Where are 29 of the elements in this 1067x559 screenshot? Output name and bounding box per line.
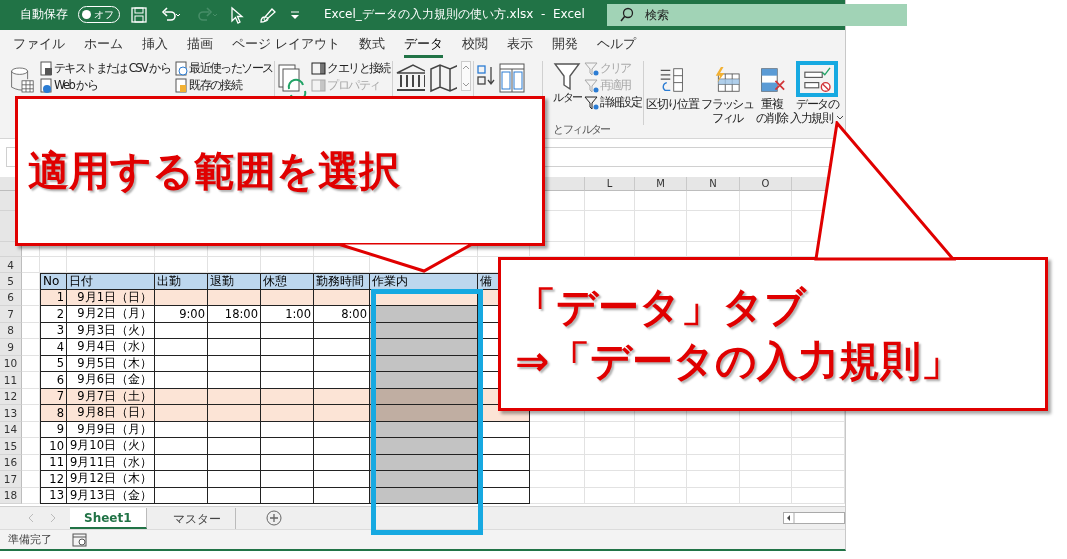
table-cell: 9月4日（水） [67, 339, 155, 356]
table-cell: 8 [40, 405, 67, 422]
table-cell: 10 [40, 438, 67, 455]
table-cell: 4 [40, 339, 67, 356]
table-cell: 勤務時間 [314, 273, 370, 290]
table-cell: 9月10日（火） [67, 438, 155, 455]
table-cell: 9月6日（金） [67, 372, 155, 389]
autosave-label: 自動保存 [20, 6, 68, 24]
table-cell: 9:00 [155, 306, 208, 323]
table-cell: 休憩 [261, 273, 314, 290]
table-cell: 出勤 [155, 273, 208, 290]
window-title: Excel_データの入力規則の使い方.xlsx - Excel [324, 6, 585, 24]
group-label: とフィルター [553, 121, 610, 137]
table-cell: 12 [40, 471, 67, 488]
callout-text: 適用する範囲を選択 [28, 146, 400, 197]
status-text: 準備完了 [8, 532, 52, 548]
table-cell: 18:00 [208, 306, 261, 323]
table-cell: 8:00 [314, 306, 370, 323]
table-cell: 6 [40, 372, 67, 389]
table-cell: No [40, 273, 67, 290]
table-cell: 日付 [67, 273, 155, 290]
table-cell: 作業内 [370, 273, 478, 290]
table-cell: 1:00 [261, 306, 314, 323]
table-cell: 退勤 [208, 273, 261, 290]
table-cell: 2 [40, 306, 67, 323]
table-cell: 9月12日（木） [67, 471, 155, 488]
table-cell: 9月2日（月） [67, 306, 155, 323]
callout-text: ⇒「データの入力規則」 [515, 336, 963, 387]
table-cell: 9月8日（日） [67, 405, 155, 422]
